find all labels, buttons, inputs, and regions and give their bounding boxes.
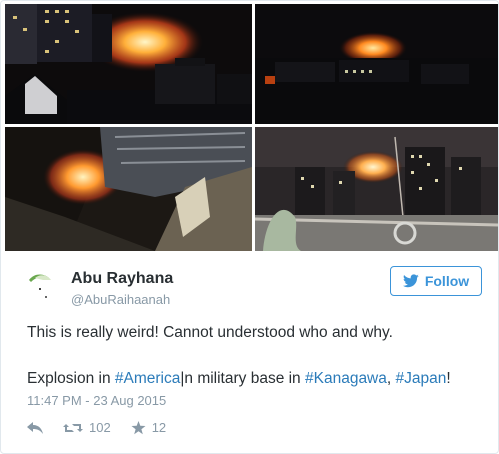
follow-label: Follow xyxy=(424,273,470,289)
retweet-button[interactable]: 102 xyxy=(63,420,111,435)
author-handle[interactable]: @AbuRaihaanah xyxy=(71,292,170,307)
reply-button[interactable] xyxy=(27,421,43,434)
twitter-bird-icon xyxy=(402,274,419,288)
avatar[interactable] xyxy=(25,268,61,304)
hashtag-japan[interactable]: #Japan xyxy=(396,370,447,387)
retweet-count: 102 xyxy=(89,420,111,435)
tweet-card: Abu Rayhana @AbuRaihaanah Follow This is… xyxy=(0,0,499,454)
follow-button[interactable]: Follow xyxy=(390,266,482,296)
tweet-photo-3[interactable] xyxy=(5,127,252,251)
photo-grid xyxy=(1,1,498,251)
hashtag-kanagawa[interactable]: #Kanagawa xyxy=(305,370,387,387)
tweet-photo-1[interactable] xyxy=(5,4,252,124)
favorite-count: 12 xyxy=(151,420,167,435)
retweet-icon xyxy=(63,423,83,432)
reply-arrow-icon xyxy=(27,421,43,434)
tweet-photo-4[interactable] xyxy=(255,127,498,251)
text-segment: ! xyxy=(446,370,451,387)
author-name[interactable]: Abu Rayhana xyxy=(71,270,173,288)
photo-3-image xyxy=(5,127,252,251)
text-segment: |n military base in xyxy=(180,370,305,387)
hashtag-america[interactable]: #America xyxy=(115,370,180,387)
avatar-image xyxy=(25,268,61,304)
star-icon xyxy=(131,420,146,434)
tweet-text-line-2: Explosion in #America|n military base in… xyxy=(27,370,451,388)
tweet-text-line-1: This is really weird! Cannot understood … xyxy=(27,324,393,341)
photo-1-image xyxy=(5,4,252,124)
favorite-button[interactable]: 12 xyxy=(131,420,166,435)
photo-2-image xyxy=(255,4,498,124)
text-segment: , xyxy=(386,370,396,387)
tweet-actions: 102 12 xyxy=(27,420,186,435)
tweet-timestamp[interactable]: 11:47 PM - 23 Aug 2015 xyxy=(27,393,166,408)
text-segment: Explosion in xyxy=(27,370,115,387)
photo-4-image xyxy=(255,127,498,251)
tweet-photo-2[interactable] xyxy=(255,4,498,124)
